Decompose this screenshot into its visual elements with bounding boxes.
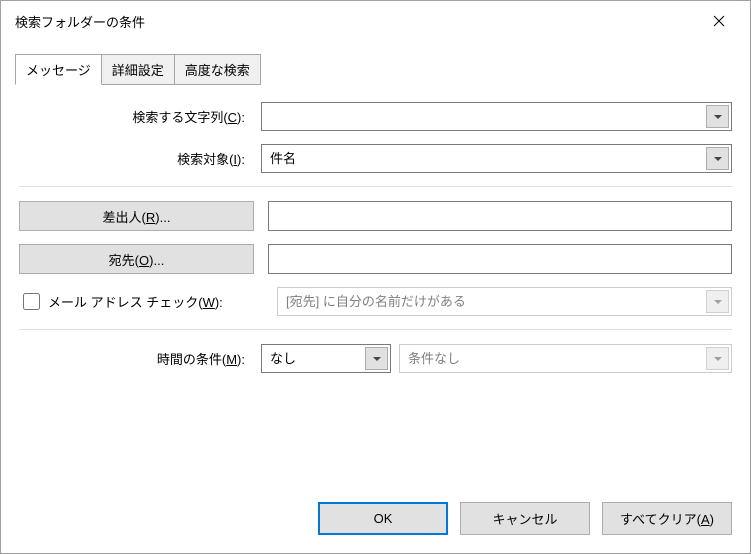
- address-check-value: [宛先] に自分の名前だけがある: [278, 288, 704, 315]
- clear-all-button[interactable]: すべてクリア(A): [602, 502, 732, 535]
- address-check-combo: [宛先] に自分の名前だけがある: [277, 287, 732, 316]
- label-time-condition: 時間の条件(M):: [19, 349, 261, 368]
- address-check-checkbox[interactable]: [23, 293, 40, 310]
- dialog-footer: OK キャンセル すべてクリア(A): [1, 488, 750, 553]
- chevron-down-icon: [714, 300, 722, 304]
- search-text-input[interactable]: [262, 103, 704, 130]
- separator: [19, 329, 732, 330]
- search-target-combo[interactable]: 件名: [261, 144, 732, 173]
- address-check-dropdown: [706, 290, 729, 313]
- chevron-down-icon: [714, 157, 722, 161]
- tab-underline: [15, 0, 736, 1]
- search-target-value: 件名: [262, 145, 704, 172]
- search-text-dropdown[interactable]: [706, 105, 729, 128]
- ok-button[interactable]: OK: [318, 502, 448, 535]
- to-button[interactable]: 宛先(O)...: [19, 244, 254, 274]
- time-condition-detail-value: 条件なし: [400, 345, 704, 372]
- dialog-search-folder-conditions: 検索フォルダーの条件 メッセージ 詳細設定 高度な検索 検索する文字列(C): …: [0, 0, 751, 554]
- tab-message[interactable]: メッセージ: [15, 54, 102, 85]
- tab-bar: メッセージ 詳細設定 高度な検索: [15, 53, 736, 84]
- row-address-check: メール アドレス チェック(W): [宛先] に自分の名前だけがある: [19, 287, 732, 316]
- tab-more-search[interactable]: 高度な検索: [175, 54, 261, 85]
- label-search-text: 検索する文字列(C):: [19, 107, 261, 126]
- search-target-dropdown[interactable]: [706, 147, 729, 170]
- tab-advanced[interactable]: 詳細設定: [102, 54, 175, 85]
- to-input[interactable]: [268, 244, 732, 274]
- row-search-target: 検索対象(I): 件名: [19, 144, 732, 173]
- row-to: 宛先(O)...: [19, 244, 732, 274]
- search-text-combo[interactable]: [261, 102, 732, 131]
- chevron-down-icon: [714, 115, 722, 119]
- from-button[interactable]: 差出人(R)...: [19, 201, 254, 231]
- time-condition-dropdown[interactable]: [365, 347, 388, 370]
- label-address-check: メール アドレス チェック(W):: [48, 292, 223, 311]
- tab-content: 検索する文字列(C): 検索対象(I): 件名 差出人(R)...: [1, 84, 750, 488]
- row-from: 差出人(R)...: [19, 201, 732, 231]
- close-icon: [713, 15, 725, 27]
- chevron-down-icon: [714, 357, 722, 361]
- separator: [19, 186, 732, 187]
- row-search-text: 検索する文字列(C):: [19, 102, 732, 131]
- time-condition-detail-combo: 条件なし: [399, 344, 732, 373]
- close-button[interactable]: [700, 6, 738, 36]
- row-time-condition: 時間の条件(M): なし 条件なし: [19, 344, 732, 373]
- time-condition-detail-dropdown: [706, 347, 729, 370]
- time-condition-combo[interactable]: なし: [261, 344, 391, 373]
- titlebar: 検索フォルダーの条件: [1, 1, 750, 41]
- label-search-target: 検索対象(I):: [19, 149, 261, 168]
- cancel-button[interactable]: キャンセル: [460, 502, 590, 535]
- dialog-title: 検索フォルダーの条件: [15, 12, 700, 31]
- chevron-down-icon: [373, 357, 381, 361]
- time-condition-value: なし: [262, 345, 363, 372]
- from-input[interactable]: [268, 201, 732, 231]
